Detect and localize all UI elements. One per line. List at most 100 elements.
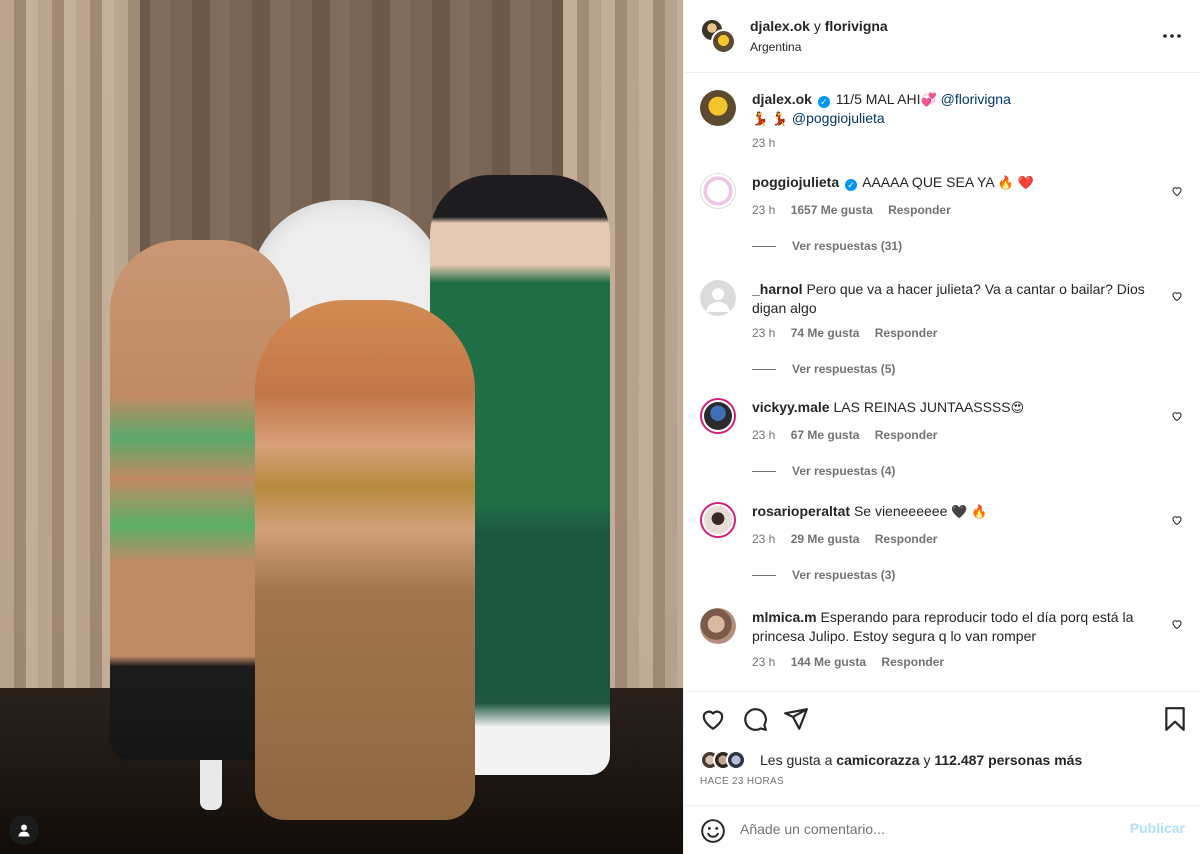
mention-link[interactable]: @poggiojulieta (792, 110, 885, 126)
comment-meta: 23 h 29 Me gusta Responder (752, 532, 949, 546)
avatar-image (704, 506, 732, 534)
more-options-button[interactable] (1162, 26, 1182, 50)
reply-button[interactable]: Responder (875, 532, 938, 546)
comment-body: Pero que va a hacer julieta? Va a cantar… (752, 281, 1145, 316)
avatar[interactable] (700, 280, 736, 316)
verified-badge-icon: ✓ (845, 179, 857, 191)
comment-username[interactable]: mlmica.m (752, 609, 817, 625)
likes-prefix: Les gusta a (760, 752, 833, 768)
liker-username[interactable]: camicorazza (836, 752, 919, 768)
post-caption: djalex.ok ✓ 11/5 MAL AHI💞 @florivigna 💃 … (700, 90, 1185, 154)
collab-avatars[interactable] (700, 18, 736, 54)
mention-link[interactable]: @florivigna (941, 91, 1011, 107)
caption-time: 23 h (752, 136, 787, 150)
publish-button[interactable]: Publicar (1130, 820, 1185, 836)
comment-likes[interactable]: 74 Me gusta (791, 326, 860, 340)
author-link[interactable]: djalex.ok (750, 18, 810, 34)
view-replies-label: Ver respuestas (4) (792, 464, 896, 478)
reply-button[interactable]: Responder (875, 326, 938, 340)
caption-emoji: 💃 💃 (752, 111, 788, 126)
view-replies-label: Ver respuestas (3) (792, 568, 896, 582)
avatar[interactable] (700, 398, 736, 434)
post-actions: Les gusta a camicorazza y 112.487 person… (684, 691, 1200, 811)
caption-body: 11/5 MAL AHI (835, 91, 921, 107)
comment-likes[interactable]: 29 Me gusta (791, 532, 860, 546)
avatar[interactable] (700, 608, 736, 644)
comment-body: AAAAA QUE SEA YA (862, 174, 994, 190)
caption-text: djalex.ok ✓ 11/5 MAL AHI💞 @florivigna 💃 … (752, 90, 1170, 128)
avatar (711, 29, 736, 54)
avatar[interactable] (700, 90, 736, 126)
comment-likes[interactable]: 1657 Me gusta (791, 203, 873, 217)
comment-username[interactable]: vickyy.male (752, 399, 830, 415)
user-tag-icon (18, 824, 30, 837)
view-replies-button[interactable]: Ver respuestas (5) (752, 362, 895, 376)
avatar (726, 750, 746, 770)
view-replies-button[interactable]: Ver respuestas (3) (752, 568, 895, 582)
comment-item: _harnol Pero que va a hacer julieta? Va … (700, 280, 1185, 390)
more-horizontal-icon (1163, 34, 1181, 38)
timestamp: 23 h (752, 532, 776, 546)
comment-emoji: 🔥 ❤️ (997, 175, 1034, 190)
comment-likes[interactable]: 144 Me gusta (791, 655, 866, 669)
comment-item: mlmica.m Esperando para reproducir todo … (700, 608, 1185, 678)
post-sidebar: djalex.ok y florivigna Argentina djalex.… (683, 0, 1200, 854)
comment-item: rosarioperaltat Se vieneeeeee 🖤 🔥 23 h 2… (700, 502, 1185, 602)
timestamp: 23 h (752, 428, 776, 442)
post-header: djalex.ok y florivigna Argentina (684, 0, 1200, 73)
comment-text: rosarioperaltat Se vieneeeeee 🖤 🔥 (752, 502, 1170, 521)
like-comment-icon[interactable] (1171, 410, 1183, 422)
like-comment-icon[interactable] (1171, 618, 1183, 630)
post-timestamp[interactable]: HACE 23 HORAS (700, 776, 784, 787)
emoji-smiley-icon[interactable] (700, 818, 726, 844)
likes-text: Les gusta a camicorazza y 112.487 person… (760, 752, 1082, 768)
like-comment-icon[interactable] (1171, 185, 1183, 197)
likes-others[interactable]: 112.487 personas más (934, 752, 1082, 768)
timestamp: 23 h (752, 655, 776, 669)
comment-username[interactable]: rosarioperaltat (752, 503, 850, 519)
comment-item: poggiojulieta ✓ AAAAA QUE SEA YA 🔥 ❤️ 23… (700, 173, 1185, 273)
save-bookmark-icon[interactable] (1162, 706, 1188, 732)
divider (752, 246, 776, 248)
avatar[interactable] (700, 502, 736, 538)
reply-button[interactable]: Responder (875, 428, 938, 442)
divider (752, 575, 776, 577)
likes-joiner: y (923, 752, 931, 768)
person-gold-outfit (255, 300, 475, 820)
comment-bubble-icon[interactable] (742, 706, 768, 732)
like-comment-icon[interactable] (1171, 514, 1183, 526)
timestamp: 23 h (752, 203, 776, 217)
comment-username[interactable]: _harnol (752, 281, 803, 297)
view-replies-button[interactable]: Ver respuestas (31) (752, 239, 902, 253)
divider (752, 369, 776, 371)
comment-emoji: 😍 (1010, 400, 1025, 415)
comment-item: vickyy.male LAS REINAS JUNTAASSSS😍 23 h … (700, 398, 1185, 498)
comment-emoji: 🖤 🔥 (951, 504, 988, 519)
view-replies-button[interactable]: Ver respuestas (4) (752, 464, 895, 478)
comment-input[interactable] (740, 817, 1120, 841)
verified-badge-icon: ✓ (817, 96, 830, 108)
post-photo[interactable] (0, 0, 683, 854)
caption-username[interactable]: djalex.ok (752, 91, 812, 107)
comment-username[interactable]: poggiojulieta (752, 174, 839, 190)
comments-list[interactable]: djalex.ok ✓ 11/5 MAL AHI💞 @florivigna 💃 … (684, 73, 1200, 691)
like-heart-icon[interactable] (700, 706, 726, 732)
avatar-image (704, 402, 732, 430)
author-link[interactable]: florivigna (825, 18, 888, 34)
reply-button[interactable]: Responder (881, 655, 944, 669)
comment-likes[interactable]: 67 Me gusta (791, 428, 860, 442)
post-location[interactable]: Argentina (750, 40, 801, 54)
share-send-icon[interactable] (783, 706, 809, 732)
tagged-users-button[interactable] (9, 815, 39, 845)
timestamp: 23 h (752, 136, 776, 150)
timestamp: 23 h (752, 326, 776, 340)
view-replies-label: Ver respuestas (31) (792, 239, 903, 253)
comment-meta: 23 h 67 Me gusta Responder (752, 428, 949, 442)
reply-button[interactable]: Responder (888, 203, 951, 217)
like-comment-icon[interactable] (1171, 290, 1183, 302)
comment-body: LAS REINAS JUNTAASSSS (833, 399, 1011, 415)
post-authors: djalex.ok y florivigna (750, 18, 888, 34)
avatar[interactable] (700, 173, 736, 209)
comment-text: _harnol Pero que va a hacer julieta? Va … (752, 280, 1170, 318)
default-avatar-icon (706, 288, 730, 312)
